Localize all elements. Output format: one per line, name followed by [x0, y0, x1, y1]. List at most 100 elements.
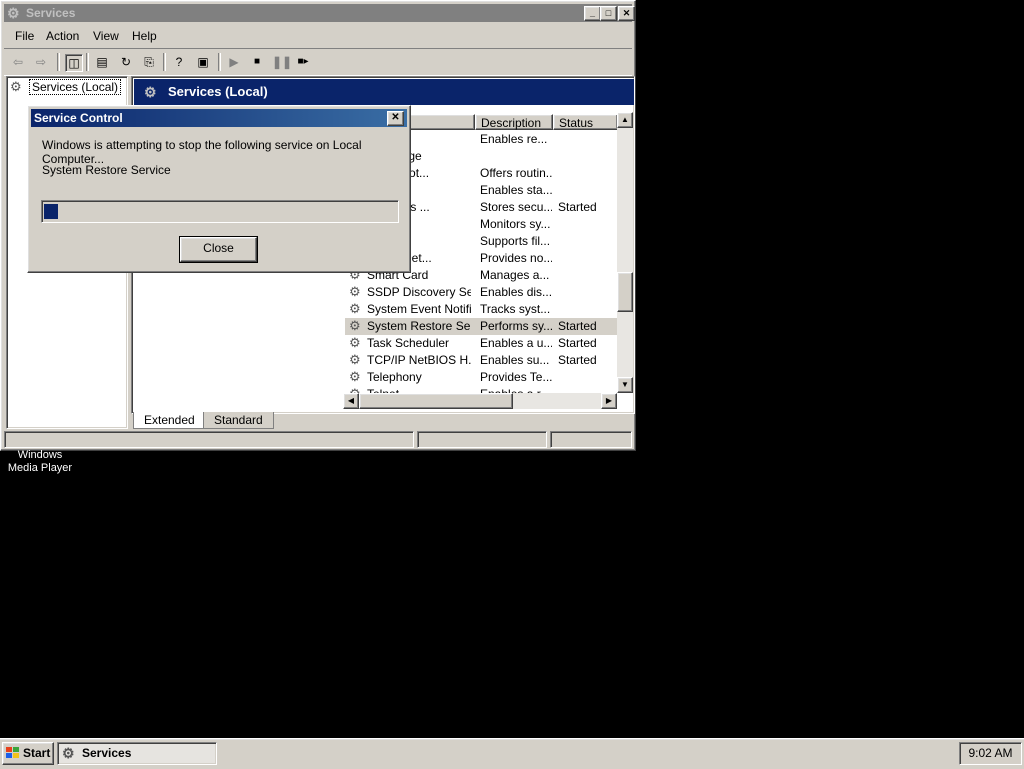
tree-item-services-local[interactable]: Services (Local) [29, 79, 122, 95]
horizontal-scrollbar[interactable]: ◀ ▶ [343, 393, 617, 409]
close-button[interactable]: Close [179, 236, 258, 263]
taskbar: Start ⚙ Services 9:02 AM [0, 738, 1024, 769]
service-description-cell: Performs sy... [480, 319, 552, 333]
show-tree-icon[interactable]: ◫ [65, 54, 83, 72]
export-icon[interactable]: ⎘ [141, 54, 157, 70]
scroll-down-arrow[interactable]: ▼ [617, 377, 633, 393]
service-description-cell: Tracks syst... [480, 302, 551, 316]
toolbar: ⇦ ⇨ ◫ ▤ ↻ ⎘ ? ▣ ▶ ■ ❚❚ ■▸ [4, 48, 632, 76]
taskbar-button-services[interactable]: ⚙ Services [57, 742, 217, 765]
console-icon[interactable]: ▣ [195, 54, 211, 70]
gear-icon: ⚙ [349, 301, 361, 316]
menu-view[interactable]: View [93, 29, 119, 43]
service-description-cell: Provides Te... [480, 370, 552, 384]
service-control-dialog: Service Control ✕ Windows is attempting … [27, 105, 411, 273]
gear-icon: ⚙ [10, 79, 22, 94]
gear-icon: ⚙ [144, 84, 157, 100]
restart-icon[interactable]: ■▸ [295, 54, 311, 70]
dialog-message: Windows is attempting to stop the follow… [42, 138, 362, 166]
service-name-cell: System Restore Ser... [367, 319, 471, 333]
taskbar-button-label: Services [82, 746, 132, 760]
table-row[interactable]: ⚙ TCP/IP NetBIOS H... Enables su... Started [345, 352, 618, 369]
scroll-right-arrow[interactable]: ▶ [601, 393, 617, 409]
window-title: Services [26, 6, 76, 20]
desktop-icon-windows-media-player[interactable]: Windows Media Player [0, 449, 80, 475]
forward-icon[interactable]: ⇨ [33, 54, 49, 70]
back-icon[interactable]: ⇦ [10, 54, 26, 70]
pause-icon[interactable]: ❚❚ [272, 54, 292, 70]
menu-action[interactable]: Action [46, 29, 79, 43]
service-description-cell: Enables a u... [480, 336, 552, 350]
toolbar-separator [163, 53, 166, 71]
title-bar[interactable]: ⚙ Services _ □ ✕ [4, 4, 635, 22]
progress-bar [41, 200, 399, 223]
service-description-cell: Monitors sy... [480, 217, 551, 231]
gear-icon: ⚙ [349, 369, 361, 384]
service-name-cell: TCP/IP NetBIOS H... [367, 353, 471, 367]
play-icon[interactable]: ▶ [226, 54, 242, 70]
table-row[interactable]: ⚙ Task Scheduler Enables a u... Started [345, 335, 618, 352]
service-description-cell: Enables re... [480, 132, 548, 146]
scroll-left-arrow[interactable]: ◀ [343, 393, 359, 409]
scroll-up-arrow[interactable]: ▲ [617, 112, 633, 128]
start-label: Start [23, 746, 51, 760]
status-panel [550, 431, 632, 448]
help-icon[interactable]: ? [171, 54, 187, 70]
service-name-cell: Telephony [367, 370, 422, 384]
column-header-status[interactable]: Status [553, 114, 618, 130]
column-header-description[interactable]: Description [475, 114, 553, 130]
service-name-cell: System Event Notifi... [367, 302, 471, 316]
gear-icon: ⚙ [349, 352, 361, 367]
table-row[interactable]: ⚙ SSDP Discovery Se... Enables dis... [345, 284, 618, 301]
refresh-icon[interactable]: ↻ [118, 54, 134, 70]
service-status-cell: Started [558, 336, 597, 350]
gear-icon: ⚙ [62, 745, 75, 761]
service-description-cell: Provides no... [480, 251, 552, 265]
stop-icon[interactable]: ■ [249, 54, 265, 70]
desktop-icon-label-line1: Windows [17, 449, 63, 461]
status-panel [4, 431, 414, 448]
tab-extended[interactable]: Extended [133, 412, 206, 429]
service-name-cell: Task Scheduler [367, 336, 450, 350]
pane-header: ⚙ Services (Local) [134, 79, 634, 105]
service-description-cell: Offers routin... [480, 166, 552, 180]
windows-logo-icon [6, 747, 19, 758]
status-panel [417, 431, 547, 448]
view-tabs: Extended Standard [131, 412, 631, 430]
service-description-cell: Enables su... [480, 353, 550, 367]
table-row[interactable]: ⚙ Telephony Provides Te... [345, 369, 618, 386]
system-tray-clock: 9:02 AM [959, 742, 1022, 765]
minimize-button[interactable]: _ [584, 6, 601, 21]
table-row[interactable]: ⚙ System Restore Ser... Performs sy... Star… [345, 318, 618, 335]
table-row[interactable]: ⚙ System Event Notifi... Tracks syst... [345, 301, 618, 318]
service-description-cell: Stores secu... [480, 200, 552, 214]
service-description-cell: Manages a... [480, 268, 550, 282]
hscroll-thumb[interactable] [359, 393, 513, 409]
dialog-title-bar[interactable]: Service Control ✕ [31, 109, 407, 127]
status-bar [4, 431, 632, 448]
gear-icon: ⚙ [349, 318, 361, 333]
dialog-close-icon[interactable]: ✕ [387, 111, 404, 126]
close-window-button[interactable]: ✕ [618, 6, 635, 21]
service-description-cell: Enables dis... [480, 285, 552, 299]
maximize-button[interactable]: □ [600, 6, 617, 21]
menu-file[interactable]: File [15, 29, 34, 43]
properties-icon[interactable]: ▤ [94, 54, 110, 70]
toolbar-separator [218, 53, 221, 71]
tab-standard[interactable]: Standard [203, 412, 274, 429]
scroll-thumb[interactable] [617, 272, 633, 312]
gear-icon: ⚙ [349, 284, 361, 299]
progress-fill [44, 204, 58, 219]
service-name-cell: SSDP Discovery Se... [367, 285, 471, 299]
dialog-title: Service Control [34, 111, 123, 125]
vertical-scrollbar[interactable]: ▲ ▼ [617, 112, 633, 393]
gear-icon: ⚙ [7, 5, 20, 21]
service-description-cell: Supports fil... [480, 234, 551, 248]
start-button[interactable]: Start [2, 742, 54, 765]
dialog-service-name: System Restore Service [42, 163, 171, 177]
gear-icon: ⚙ [349, 335, 361, 350]
pane-title: Services (Local) [168, 84, 268, 99]
service-description-cell: Enables sta... [480, 183, 552, 197]
desktop-icon-label-line2: Media Player [7, 462, 73, 474]
menu-help[interactable]: Help [132, 29, 157, 43]
